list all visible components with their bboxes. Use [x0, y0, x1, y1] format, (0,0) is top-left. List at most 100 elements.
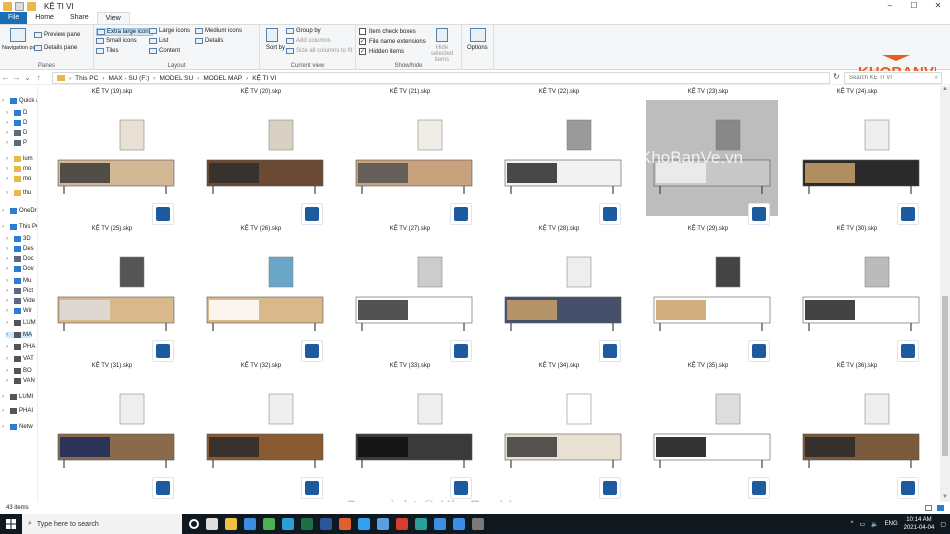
chevron-right-icon[interactable]: ›: [6, 190, 14, 196]
nav-item[interactable]: › LUM: [6, 320, 36, 326]
group-by-button[interactable]: Group by: [286, 28, 321, 34]
3ds-icon[interactable]: [415, 518, 427, 530]
chevron-right-icon[interactable]: ›: [2, 98, 10, 104]
chevron-right-icon[interactable]: ›: [6, 130, 14, 136]
file-label[interactable]: KỆ TV (27).skp: [350, 226, 470, 232]
chevron-right-icon[interactable]: ›: [6, 110, 14, 116]
small-icons-button[interactable]: Small icons: [96, 38, 137, 44]
file-label[interactable]: KỆ TV (29).skp: [648, 226, 768, 232]
back-arrow-icon[interactable]: ←: [0, 73, 11, 82]
nav-item[interactable]: › PHAI: [2, 408, 33, 414]
list-button[interactable]: List: [149, 38, 168, 44]
chevron-up-icon[interactable]: ^: [851, 521, 854, 527]
chrome-icon[interactable]: [263, 518, 275, 530]
chevron-right-icon[interactable]: ›: [6, 166, 14, 172]
address-bar[interactable]: › This PC › MAX - SU (F:) › MODEL SU › M…: [52, 72, 830, 84]
nav-item[interactable]: › Mu: [6, 278, 31, 284]
nav-item[interactable]: › lum: [6, 156, 33, 162]
nav-item[interactable]: › mo: [6, 176, 31, 182]
scroll-down-icon[interactable]: ▼: [940, 494, 950, 502]
cortana-icon[interactable]: [189, 519, 199, 529]
file-explorer-icon[interactable]: [225, 518, 237, 530]
chevron-right-icon[interactable]: ›: [6, 356, 14, 362]
taskbar-search[interactable]: ⌕ Type here to search: [22, 514, 182, 534]
size-columns-button[interactable]: Size all columns to fit: [286, 48, 352, 54]
chevron-right-icon[interactable]: ›: [6, 298, 14, 304]
tab-home[interactable]: Home: [27, 12, 62, 24]
chevron-right-icon[interactable]: ›: [6, 368, 14, 374]
file-thumbnail[interactable]: [50, 100, 182, 216]
file-thumbnail[interactable]: [199, 237, 331, 353]
chevron-right-icon[interactable]: ›: [6, 320, 14, 326]
nav-item[interactable]: › Netw: [2, 424, 33, 430]
chevron-right-icon[interactable]: ›: [6, 176, 14, 182]
chevron-right-icon[interactable]: ›: [2, 224, 10, 230]
sketchup-icon[interactable]: [396, 518, 408, 530]
breadcrumb-max-su[interactable]: MAX - SU (F:): [108, 75, 149, 82]
hide-selected-button[interactable]: Hide selected items: [424, 45, 460, 63]
refresh-icon[interactable]: ↻: [833, 72, 840, 81]
hidden-items-toggle[interactable]: ✓ Hidden items: [359, 48, 404, 55]
maximize-button[interactable]: ☐: [902, 0, 926, 12]
file-label[interactable]: KỆ TV (36).skp: [797, 363, 917, 369]
vertical-scrollbar[interactable]: ▲ ▼: [940, 86, 950, 502]
nav-item[interactable]: › Wir: [6, 308, 32, 314]
file-thumbnail[interactable]: [795, 100, 927, 216]
chevron-right-icon[interactable]: ›: [6, 266, 14, 272]
app-icon[interactable]: [434, 518, 446, 530]
chevron-right-icon[interactable]: ›: [6, 256, 14, 262]
details-pane-button[interactable]: Details pane: [34, 45, 77, 51]
scrollbar-thumb[interactable]: [942, 296, 948, 456]
clock[interactable]: 10:14 AM 2021-04-04: [904, 516, 935, 532]
tiles-button[interactable]: Tiles: [96, 48, 118, 54]
content-button[interactable]: Content: [149, 48, 180, 54]
file-thumbnail[interactable]: [199, 100, 331, 216]
file-thumbnail[interactable]: [199, 374, 331, 490]
store-icon[interactable]: [244, 518, 256, 530]
nav-item[interactable]: › Des: [6, 246, 34, 252]
file-label[interactable]: KỆ TV (33).skp: [350, 363, 470, 369]
file-thumbnail[interactable]: [497, 100, 629, 216]
preview-pane-button[interactable]: Preview pane: [34, 32, 80, 38]
chevron-right-icon[interactable]: ›: [6, 156, 14, 162]
chevron-right-icon[interactable]: ›: [2, 424, 10, 430]
details-view-icon[interactable]: [925, 505, 932, 511]
options-button[interactable]: Options: [467, 45, 488, 51]
chevron-right-icon[interactable]: ›: [2, 408, 10, 414]
scroll-up-icon[interactable]: ▲: [940, 86, 950, 94]
chevron-right-icon[interactable]: ›: [6, 236, 14, 242]
file-label[interactable]: KỆ TV (25).skp: [52, 226, 172, 232]
medium-icons-button[interactable]: Medium icons: [195, 28, 242, 34]
nav-item[interactable]: › D: [6, 120, 27, 126]
app-icon[interactable]: [377, 518, 389, 530]
chevron-right-icon[interactable]: ›: [6, 120, 14, 126]
file-label[interactable]: KỆ TV (26).skp: [201, 226, 321, 232]
photoshop-icon[interactable]: [358, 518, 370, 530]
file-thumbnail[interactable]: [795, 374, 927, 490]
nav-item[interactable]: › mo: [6, 166, 31, 172]
search-box[interactable]: ⌕: [844, 72, 942, 84]
start-button[interactable]: [0, 514, 22, 534]
chevron-right-icon[interactable]: ›: [6, 332, 14, 338]
nav-item[interactable]: › VAT: [6, 356, 34, 362]
chevron-right-icon[interactable]: ›: [6, 308, 14, 314]
file-thumbnail[interactable]: [497, 237, 629, 353]
nav-item[interactable]: › D: [6, 110, 27, 116]
nav-item[interactable]: › VAN: [6, 378, 35, 384]
file-thumbnail[interactable]: [497, 374, 629, 490]
file-thumbnail[interactable]: [50, 237, 182, 353]
app-icon[interactable]: [472, 518, 484, 530]
chevron-right-icon[interactable]: ›: [6, 344, 14, 350]
zalo-icon[interactable]: [453, 518, 465, 530]
word-icon[interactable]: [320, 518, 332, 530]
file-thumbnail[interactable]: [348, 237, 480, 353]
notifications-icon[interactable]: ▢: [940, 521, 946, 528]
file-name-extensions-checkbox[interactable]: ✓: [359, 38, 366, 45]
breadcrumb-ke-ti-vi[interactable]: KỆ TI VI: [252, 75, 276, 82]
new-folder-icon[interactable]: [27, 1, 36, 11]
breadcrumb-model-map[interactable]: MODEL MAP: [203, 75, 242, 82]
nav-item[interactable]: › PHA: [6, 344, 35, 350]
sort-by-button[interactable]: Sort by: [266, 45, 285, 51]
volume-icon[interactable]: 🔈: [871, 521, 878, 528]
file-thumbnail[interactable]: [348, 374, 480, 490]
